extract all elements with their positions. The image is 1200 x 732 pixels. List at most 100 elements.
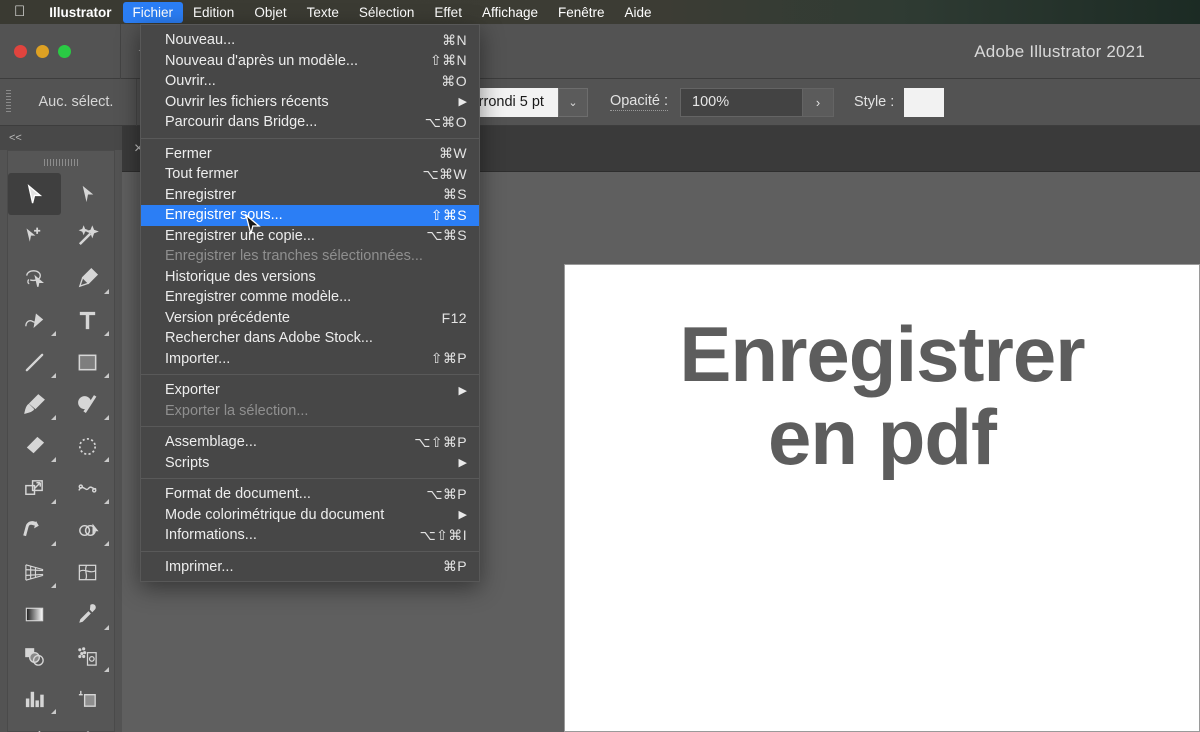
file-menu-item[interactable]: Ouvrir... ⌘O: [141, 71, 479, 92]
hand-tool[interactable]: [61, 719, 114, 732]
file-menu-item[interactable]: Enregistrer une copie... ⌥⌘S: [141, 226, 479, 247]
perspective-grid-tool[interactable]: [8, 551, 61, 593]
rotate-tool[interactable]: [61, 425, 114, 467]
file-menu-item[interactable]: Tout fermer ⌥⌘W: [141, 164, 479, 185]
file-menu-item-shortcut: ⇧⌘P: [430, 350, 467, 367]
file-menu-item[interactable]: Assemblage... ⌥⇧⌘P: [141, 432, 479, 453]
file-menu-item-label: Enregistrer: [165, 186, 236, 203]
gradient-tool[interactable]: [8, 593, 61, 635]
file-menu-item[interactable]: Imprimer... ⌘P: [141, 557, 479, 578]
eraser-tool[interactable]: [8, 425, 61, 467]
mesh-tool[interactable]: [61, 551, 114, 593]
app-name-label[interactable]: Illustrator: [38, 5, 122, 20]
file-menu-dropdown[interactable]: Nouveau... ⌘N Nouveau d'après un modèle...…: [140, 24, 480, 582]
file-menu-item[interactable]: Format de document... ⌥⌘P: [141, 484, 479, 505]
file-menu-item[interactable]: Importer... ⇧⌘P: [141, 349, 479, 370]
magic-wand-tool[interactable]: [61, 215, 114, 257]
file-menu-item-shortcut: ⌘P: [442, 558, 467, 575]
selection-tool[interactable]: [8, 173, 61, 215]
scale-tool[interactable]: [8, 467, 61, 509]
file-menu-item-label: Nouveau...: [165, 32, 236, 49]
file-menu-item-shortcut: ⇧⌘S: [430, 206, 467, 223]
file-menu-item-label: Assemblage...: [165, 434, 257, 451]
file-menu-item[interactable]: Informations... ⌥⇧⌘I: [141, 525, 479, 546]
tools-panel-grip[interactable]: [8, 151, 114, 173]
brush-label: Arrondi 5 pt: [469, 94, 544, 110]
file-menu-item-label: Importer...: [165, 350, 231, 367]
file-menu-item-shortcut: ⌘N: [442, 31, 467, 48]
width-tool[interactable]: [61, 467, 114, 509]
menu-aide[interactable]: Aide: [615, 2, 662, 23]
symbol-sprayer-tool[interactable]: [61, 635, 114, 677]
curvature-tool[interactable]: [8, 299, 61, 341]
file-menu-item[interactable]: Nouveau d'après un modèle... ⇧⌘N: [141, 51, 479, 72]
file-menu-item-label: Exporter: [165, 382, 220, 399]
apple-logo-icon[interactable]: : [0, 4, 38, 19]
file-menu-item-label: Historique des versions: [165, 268, 316, 285]
file-menu-item[interactable]: Mode colorimétrique du document ▶: [141, 505, 479, 526]
file-menu-item-label: Exporter la sélection...: [165, 402, 309, 419]
file-menu-item-label: Version précédente: [165, 309, 290, 326]
menu-objet[interactable]: Objet: [244, 2, 296, 23]
artboard[interactable]: Enregistrer en pdf: [564, 264, 1200, 732]
opacity-input[interactable]: 100%: [680, 87, 802, 117]
chevron-right-icon[interactable]: ›: [802, 87, 834, 117]
eyedropper-tool[interactable]: [61, 593, 114, 635]
menu-affichage[interactable]: Affichage: [472, 2, 548, 23]
blend-tool[interactable]: [8, 635, 61, 677]
menu-texte[interactable]: Texte: [297, 2, 349, 23]
file-menu-item-shortcut: ⌘O: [441, 72, 467, 89]
magic-wand-add-tool[interactable]: [8, 215, 61, 257]
menu-effet[interactable]: Effet: [424, 2, 472, 23]
file-menu-item-shortcut: ⌥⌘O: [424, 113, 467, 130]
type-tool[interactable]: [61, 299, 114, 341]
control-bar-grip[interactable]: [0, 79, 16, 126]
direct-selection-tool[interactable]: [61, 173, 114, 215]
column-graph-tool[interactable]: [8, 677, 61, 719]
file-menu-item[interactable]: Fermer ⌘W: [141, 144, 479, 165]
chevron-down-icon[interactable]: ⌄: [557, 87, 588, 117]
line-segment-tool[interactable]: [8, 341, 61, 383]
lasso-tool[interactable]: [8, 257, 61, 299]
slice-tool[interactable]: [8, 719, 61, 732]
file-menu-item[interactable]: Enregistrer sous... ⇧⌘S: [141, 205, 479, 226]
free-transform-tool[interactable]: [8, 509, 61, 551]
graphic-style-swatch[interactable]: [904, 87, 945, 117]
file-menu-item[interactable]: Parcourir dans Bridge... ⌥⌘O: [141, 112, 479, 133]
style-label: Style :: [854, 94, 895, 110]
file-menu-item-shortcut: ⌥⇧⌘I: [419, 526, 467, 543]
file-menu-item[interactable]: Rechercher dans Adobe Stock...: [141, 328, 479, 349]
file-menu-item-label: Ouvrir les fichiers récents: [165, 93, 329, 110]
collapse-panel-button[interactable]: <<: [0, 126, 122, 150]
menu-fichier[interactable]: Fichier: [122, 1, 184, 23]
artboard-tool[interactable]: [61, 677, 114, 719]
pen-tool[interactable]: [61, 257, 114, 299]
rectangle-tool[interactable]: [61, 341, 114, 383]
opacity-label[interactable]: Opacité :: [609, 93, 668, 111]
file-menu-item[interactable]: Scripts ▶: [141, 453, 479, 474]
file-menu-item[interactable]: Nouveau... ⌘N: [141, 30, 479, 51]
file-menu-item-label: Enregistrer comme modèle...: [165, 289, 352, 306]
shaper-tool[interactable]: [61, 383, 114, 425]
file-menu-item[interactable]: Version précédente F12: [141, 308, 479, 329]
tools-panel: [7, 150, 115, 732]
menu-fenetre[interactable]: Fenêtre: [548, 2, 615, 23]
file-menu-item-label: Enregistrer les tranches sélectionnées..…: [165, 248, 423, 265]
artboard-text[interactable]: Enregistrer en pdf: [565, 265, 1199, 478]
file-menu-item[interactable]: Ouvrir les fichiers récents ▶: [141, 92, 479, 113]
opacity-control[interactable]: 100% ›: [680, 87, 834, 117]
tools-column: <<: [0, 126, 122, 732]
file-menu-item-shortcut: ⌘S: [442, 186, 467, 203]
file-menu-item[interactable]: Enregistrer comme modèle...: [141, 287, 479, 308]
menu-edition[interactable]: Edition: [183, 2, 244, 23]
shape-builder-tool[interactable]: [61, 509, 114, 551]
file-menu-item[interactable]: Exporter ▶: [141, 380, 479, 401]
paintbrush-tool[interactable]: [8, 383, 61, 425]
file-menu-item-shortcut: ⌥⇧⌘P: [414, 433, 467, 450]
artboard-text-line2: en pdf: [768, 392, 997, 481]
file-menu-item[interactable]: Enregistrer ⌘S: [141, 185, 479, 206]
menu-selection[interactable]: Sélection: [349, 2, 425, 23]
file-menu-item-label: Imprimer...: [165, 558, 234, 575]
file-menu-item-shortcut: ⌥⌘W: [422, 165, 467, 182]
file-menu-item[interactable]: Historique des versions: [141, 267, 479, 288]
